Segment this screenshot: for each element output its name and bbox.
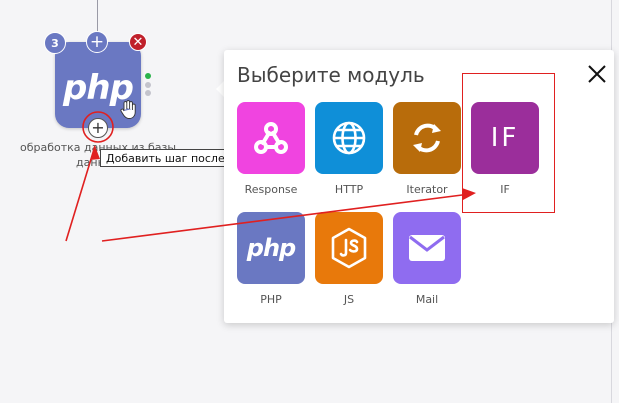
close-icon[interactable]	[587, 64, 607, 84]
status-dot-active	[145, 73, 151, 79]
globe-icon[interactable]	[315, 102, 383, 174]
module-js[interactable]: JS	[315, 212, 383, 306]
hand-cursor-icon	[120, 100, 136, 119]
add-step-after-button[interactable]: +	[88, 118, 108, 138]
popup-title: Выберите модуль	[237, 63, 425, 87]
annotation-highlight-box	[462, 73, 555, 213]
module-label: JS	[343, 293, 355, 306]
module-label: HTTP	[334, 183, 364, 196]
js-icon[interactable]	[315, 212, 383, 284]
module-label: Response	[244, 183, 298, 196]
php-icon[interactable]: php	[237, 212, 305, 284]
add-before-button[interactable]: +	[86, 31, 108, 53]
module-label: Iterator	[406, 183, 448, 196]
mail-icon[interactable]	[393, 212, 461, 284]
module-mail[interactable]: Mail	[393, 212, 461, 306]
status-dot	[145, 90, 151, 96]
workflow-canvas[interactable]: php 3 + ✕ + обработка данных из базы дан…	[0, 0, 619, 403]
connection-line	[97, 0, 98, 34]
module-label: Mail	[415, 293, 439, 306]
module-iterator[interactable]: Iterator	[393, 102, 461, 196]
repeat-icon[interactable]	[393, 102, 461, 174]
status-dot	[145, 82, 151, 88]
module-http[interactable]: HTTP	[315, 102, 383, 196]
php-node[interactable]: php	[55, 42, 141, 128]
module-php[interactable]: php PHP	[237, 212, 305, 306]
delete-node-button[interactable]: ✕	[129, 33, 147, 51]
module-response[interactable]: Response	[237, 102, 305, 196]
step-count-badge: 3	[44, 32, 66, 54]
webhook-icon[interactable]	[237, 102, 305, 174]
module-label: PHP	[260, 293, 282, 306]
module-picker-popup: Выберите модуль Response HTTP Iterator I…	[224, 50, 614, 323]
